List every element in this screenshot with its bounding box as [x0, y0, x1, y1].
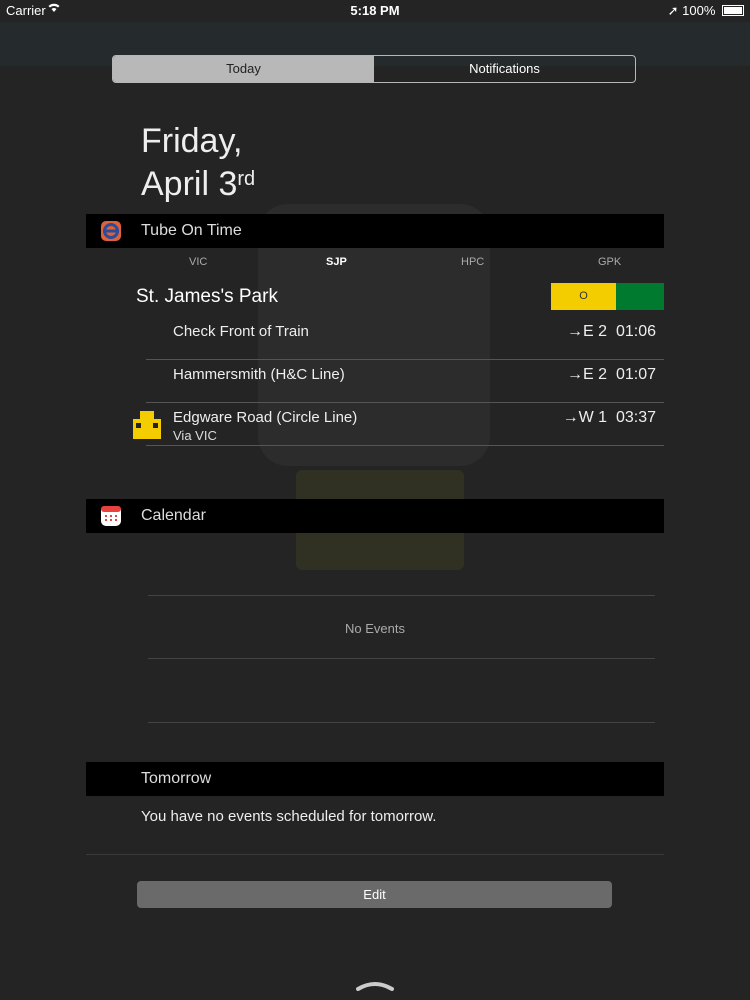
front-train-icon — [132, 411, 162, 439]
station-hpc[interactable]: HPC — [461, 256, 484, 268]
departure-info: →E 2 01:06 — [567, 323, 656, 340]
calendar-widget-title: Calendar — [141, 507, 206, 524]
status-time: 5:18 PM — [350, 3, 400, 18]
tube-app-icon — [101, 221, 121, 241]
departure-row[interactable]: Edgware Road (Circle Line) Via VIC →W 1 … — [146, 402, 664, 446]
tab-today[interactable]: Today — [113, 56, 374, 82]
calendar-divider — [148, 595, 655, 596]
departure-destination: Check Front of Train — [173, 323, 309, 340]
departure-info: →W 1 03:37 — [562, 409, 656, 426]
date-suffix: rd — [237, 168, 256, 190]
station-vic[interactable]: VIC — [189, 256, 207, 268]
station-name: St. James's Park — [136, 286, 278, 307]
tomorrow-title: Tomorrow — [141, 770, 212, 787]
calendar-divider — [148, 722, 655, 723]
station-sjp[interactable]: SJP — [326, 256, 347, 268]
tube-widget-title: Tube On Time — [141, 222, 242, 239]
departure-destination: Edgware Road (Circle Line) — [173, 409, 358, 426]
tomorrow-header: Tomorrow — [86, 762, 664, 796]
calendar-app-icon — [101, 506, 121, 526]
calendar-divider — [148, 658, 655, 659]
circle-line-status: O — [551, 283, 616, 310]
departure-row[interactable]: Hammersmith (H&C Line) →E 2 01:07 — [146, 359, 664, 403]
date-weekday: Friday, — [141, 122, 243, 160]
tab-notifications[interactable]: Notifications — [374, 56, 635, 82]
battery-label: 100% — [682, 3, 716, 18]
status-bar: Carrier 5:18 PM ➚ 100% — [0, 0, 750, 22]
status-right: ➚ 100% — [668, 3, 744, 19]
tube-widget-header[interactable]: Tube On Time — [86, 214, 664, 248]
date-month-day: April 3 — [141, 165, 238, 203]
grabber-handle-icon[interactable] — [356, 978, 394, 991]
battery-icon — [722, 5, 744, 16]
tomorrow-summary: You have no events scheduled for tomorro… — [141, 808, 437, 825]
departure-destination: Hammersmith (H&C Line) — [173, 366, 345, 383]
location-icon: ➚ — [667, 3, 679, 18]
departure-row[interactable]: Check Front of Train →E 2 01:06 — [146, 316, 664, 360]
departure-info: →E 2 01:07 — [567, 366, 656, 383]
departure-via: Via VIC — [173, 428, 217, 443]
no-events-label: No Events — [345, 621, 405, 636]
district-line-status — [616, 283, 664, 310]
station-gpk[interactable]: GPK — [598, 256, 621, 268]
edit-button[interactable]: Edit — [137, 881, 612, 908]
calendar-widget-header[interactable]: Calendar — [86, 499, 664, 533]
date-heading: Friday, April 3rd — [141, 122, 255, 203]
tab-switcher: Today Notifications — [112, 55, 636, 83]
line-status-indicator: O — [551, 283, 664, 310]
section-divider — [86, 854, 664, 855]
